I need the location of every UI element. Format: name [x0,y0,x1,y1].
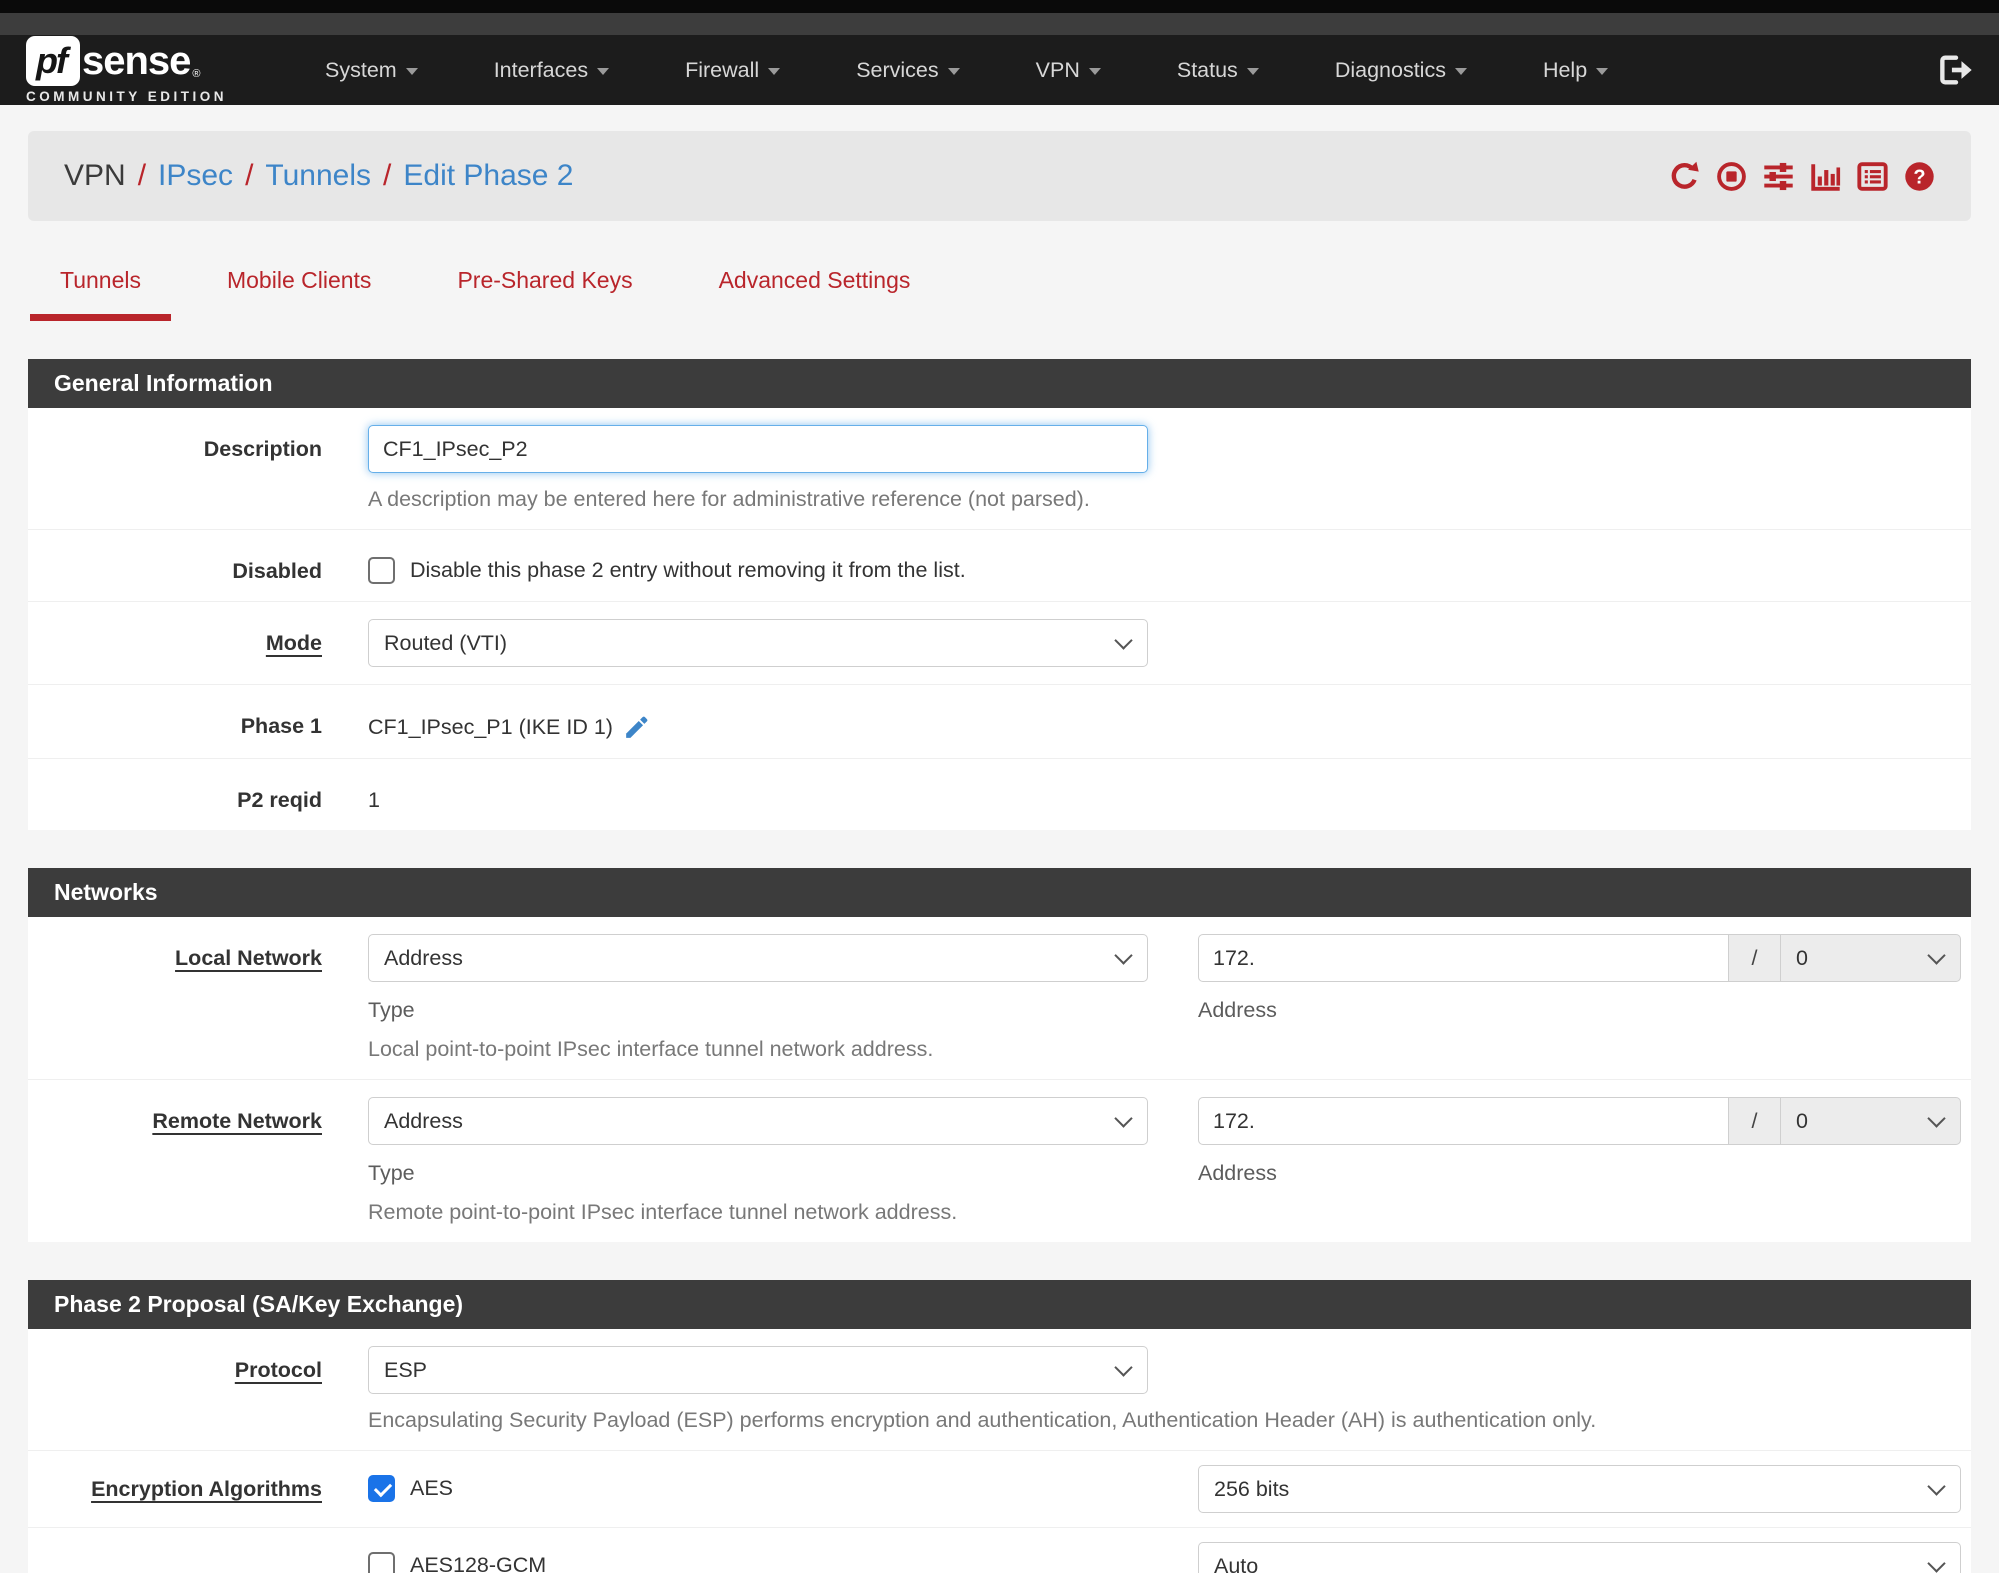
tab-mobile-clients[interactable]: Mobile Clients [197,267,401,321]
chevron-down-icon [1246,68,1259,75]
protocol-help: Encapsulating Security Payload (ESP) per… [368,1408,1597,1432]
pfsense-logo-sense: sense [82,38,191,83]
top-navbar: pf sense ® COMMUNITY EDITION System Inte… [0,35,1999,105]
stop-icon[interactable] [1716,161,1747,192]
nav-item-interfaces[interactable]: Interfaces [456,58,647,83]
disabled-checkbox-label: Disable this phase 2 entry without remov… [410,558,966,582]
breadcrumb-link-edit-phase2[interactable]: Edit Phase 2 [403,159,573,193]
row-local-network: Local Network Address Type / 0 Address L… [28,917,1971,1080]
community-edition-label: COMMUNITY EDITION [26,89,227,104]
chevron-down-icon [768,68,781,75]
chevron-down-icon [1596,68,1609,75]
panel-title: Networks [28,868,1971,917]
row-mode: Mode Routed (VTI) [28,602,1971,685]
breadcrumb-section: VPN [64,159,126,192]
description-help: A description may be entered here for ad… [368,487,1090,511]
sliders-icon[interactable] [1763,161,1794,192]
panel-phase2-proposal: Phase 2 Proposal (SA/Key Exchange) Proto… [28,1280,1971,1573]
breadcrumb: VPN / IPsec / Tunnels / Edit Phase 2 [64,159,574,193]
aes-checkbox[interactable] [368,1475,395,1502]
local-network-address-input[interactable] [1198,934,1729,982]
nav-item-status[interactable]: Status [1139,58,1297,83]
chevron-down-icon [405,68,418,75]
aes128gcm-checkbox-label: AES128-GCM [410,1553,547,1573]
disabled-checkbox[interactable] [368,557,395,584]
nav-item-vpn[interactable]: VPN [998,58,1139,83]
page-tabs: Tunnels Mobile Clients Pre-Shared Keys A… [30,267,1999,321]
local-network-address-caption: Address [1198,998,1277,1022]
breadcrumb-link-tunnels[interactable]: Tunnels [265,159,371,193]
remote-network-address-caption: Address [1198,1161,1277,1185]
panel-title: General Information [28,359,1971,408]
nav-item-help[interactable]: Help [1505,58,1646,83]
local-network-help: Local point-to-point IPsec interface tun… [368,1037,934,1061]
row-disabled: Disabled Disable this phase 2 entry with… [28,530,1971,602]
p2reqid-value: 1 [368,788,380,812]
panel-title: Phase 2 Proposal (SA/Key Exchange) [28,1280,1971,1329]
nav-item-system[interactable]: System [287,58,456,83]
row-phase1: Phase 1 CF1_IPsec_P1 (IKE ID 1) [28,685,1971,759]
row-description: Description A description may be entered… [28,408,1971,530]
list-icon[interactable] [1857,161,1888,192]
local-network-type-select[interactable]: Address [368,934,1148,982]
aes128gcm-checkbox[interactable] [368,1552,395,1573]
tab-pre-shared-keys[interactable]: Pre-Shared Keys [427,267,662,321]
aes128gcm-keylen-select[interactable]: Auto [1198,1542,1961,1573]
remote-network-prefix-select[interactable]: 0 [1781,1097,1961,1145]
remote-network-type-select[interactable]: Address [368,1097,1148,1145]
navbar-menu: System Interfaces Firewall Services VPN … [287,58,1939,83]
chevron-down-icon [947,68,960,75]
remote-network-type-caption: Type [368,1161,415,1185]
slash-addon: / [1729,934,1781,982]
navbar-top-strip [0,13,1999,35]
slash-addon: / [1729,1097,1781,1145]
nav-item-diagnostics[interactable]: Diagnostics [1297,58,1505,83]
remote-network-help: Remote point-to-point IPsec interface tu… [368,1200,958,1224]
remote-network-address-input[interactable] [1198,1097,1729,1145]
row-p2reqid: P2 reqid 1 [28,759,1971,830]
registered-mark: ® [192,68,201,80]
tab-tunnels[interactable]: Tunnels [30,267,171,321]
svg-text:?: ? [1913,166,1925,188]
row-protocol: Protocol ESP Encapsulating Security Payl… [28,1329,1971,1451]
phase1-value: CF1_IPsec_P1 (IKE ID 1) [368,715,613,739]
panel-general-information: General Information Description A descri… [28,359,1971,830]
row-encryption-aes: Encryption Algorithms AES 256 bits [28,1451,1971,1528]
description-input[interactable] [368,425,1148,473]
edit-pencil-icon[interactable] [623,714,650,741]
chevron-down-icon [597,68,610,75]
row-remote-network: Remote Network Address Type / 0 Address … [28,1080,1971,1242]
breadcrumb-bar: VPN / IPsec / Tunnels / Edit Phase 2 ? [28,131,1971,221]
window-chrome-strip [0,0,1999,13]
pfsense-logo[interactable]: pf sense ® COMMUNITY EDITION [26,36,227,104]
mode-select[interactable]: Routed (VTI) [368,619,1148,667]
page-toolbar: ? [1669,161,1935,192]
chevron-down-icon [1454,68,1467,75]
chevron-down-icon [1088,68,1101,75]
help-icon[interactable]: ? [1904,161,1935,192]
tab-advanced-settings[interactable]: Advanced Settings [689,267,941,321]
local-network-type-caption: Type [368,998,415,1022]
row-encryption-aes128gcm: AES128-GCM Auto [28,1528,1971,1573]
local-network-prefix-select[interactable]: 0 [1781,934,1961,982]
breadcrumb-link-ipsec[interactable]: IPsec [158,159,233,193]
sign-out-icon[interactable] [1939,55,1973,85]
panel-networks: Networks Local Network Address Type / 0 … [28,868,1971,1242]
aes-keylen-select[interactable]: 256 bits [1198,1465,1961,1513]
refresh-icon[interactable] [1669,161,1700,192]
nav-item-firewall[interactable]: Firewall [647,58,818,83]
protocol-select[interactable]: ESP [368,1346,1148,1394]
pfsense-logo-pf: pf [26,36,80,86]
nav-item-services[interactable]: Services [818,58,997,83]
bar-chart-icon[interactable] [1810,161,1841,192]
aes-checkbox-label: AES [410,1476,454,1500]
